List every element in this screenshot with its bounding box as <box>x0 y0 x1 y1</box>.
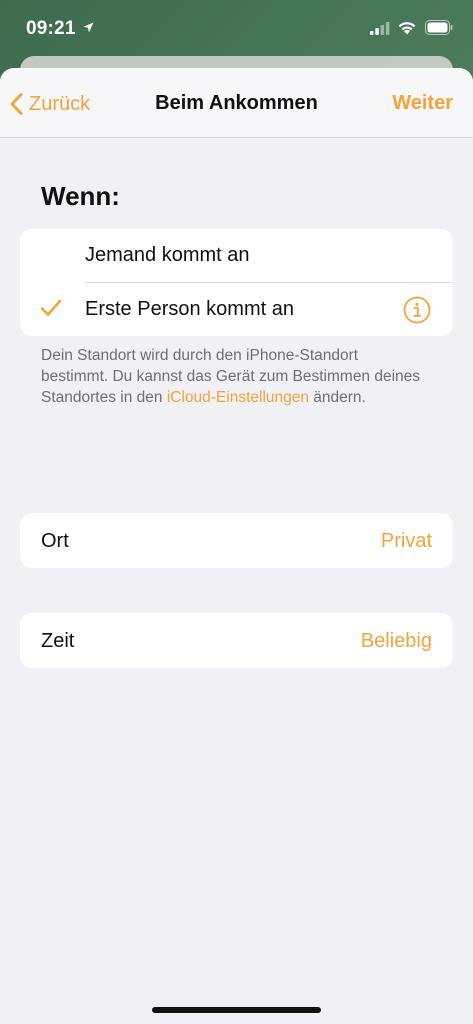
place-value: Privat <box>380 530 432 552</box>
checkmark-icon <box>40 299 62 316</box>
location-footnote: Dein Standort wird durch den iPhone-Stan… <box>41 345 421 408</box>
location-arrow-icon <box>83 22 94 33</box>
place-setting-row[interactable]: Ort Privat <box>20 513 453 568</box>
status-time: 09:21 <box>26 18 76 39</box>
wifi-icon <box>398 22 416 35</box>
time-label: Zeit <box>41 630 75 652</box>
home-indicator[interactable] <box>152 1007 321 1013</box>
status-bar: 09:21 <box>0 0 473 60</box>
time-setting-row[interactable]: Zeit Beliebig <box>20 613 453 668</box>
cellular-signal-icon <box>370 22 390 35</box>
option-label: Erste Person kommt an <box>85 298 294 320</box>
trigger-options-group: Jemand kommt an Erste Person kommt an <box>20 229 453 336</box>
place-label: Ort <box>41 530 69 552</box>
option-first-person-arrives[interactable]: Erste Person kommt an <box>20 283 453 336</box>
info-icon[interactable] <box>403 296 431 324</box>
battery-icon <box>425 20 453 35</box>
time-value: Beliebig <box>360 630 432 652</box>
icloud-settings-link[interactable]: iCloud-Einstellungen <box>167 389 309 406</box>
navigation-bar: Zurück Beim Ankommen Weiter <box>0 68 473 138</box>
footnote-suffix: ändern. <box>308 389 366 406</box>
option-someone-arrives[interactable]: Jemand kommt an <box>20 229 453 283</box>
section-header: Wenn: <box>41 181 120 211</box>
modal-sheet: Zurück Beim Ankommen Weiter Wenn: Jemand… <box>0 68 473 1024</box>
option-label: Jemand kommt an <box>85 244 250 266</box>
next-button[interactable]: Weiter <box>392 92 453 115</box>
